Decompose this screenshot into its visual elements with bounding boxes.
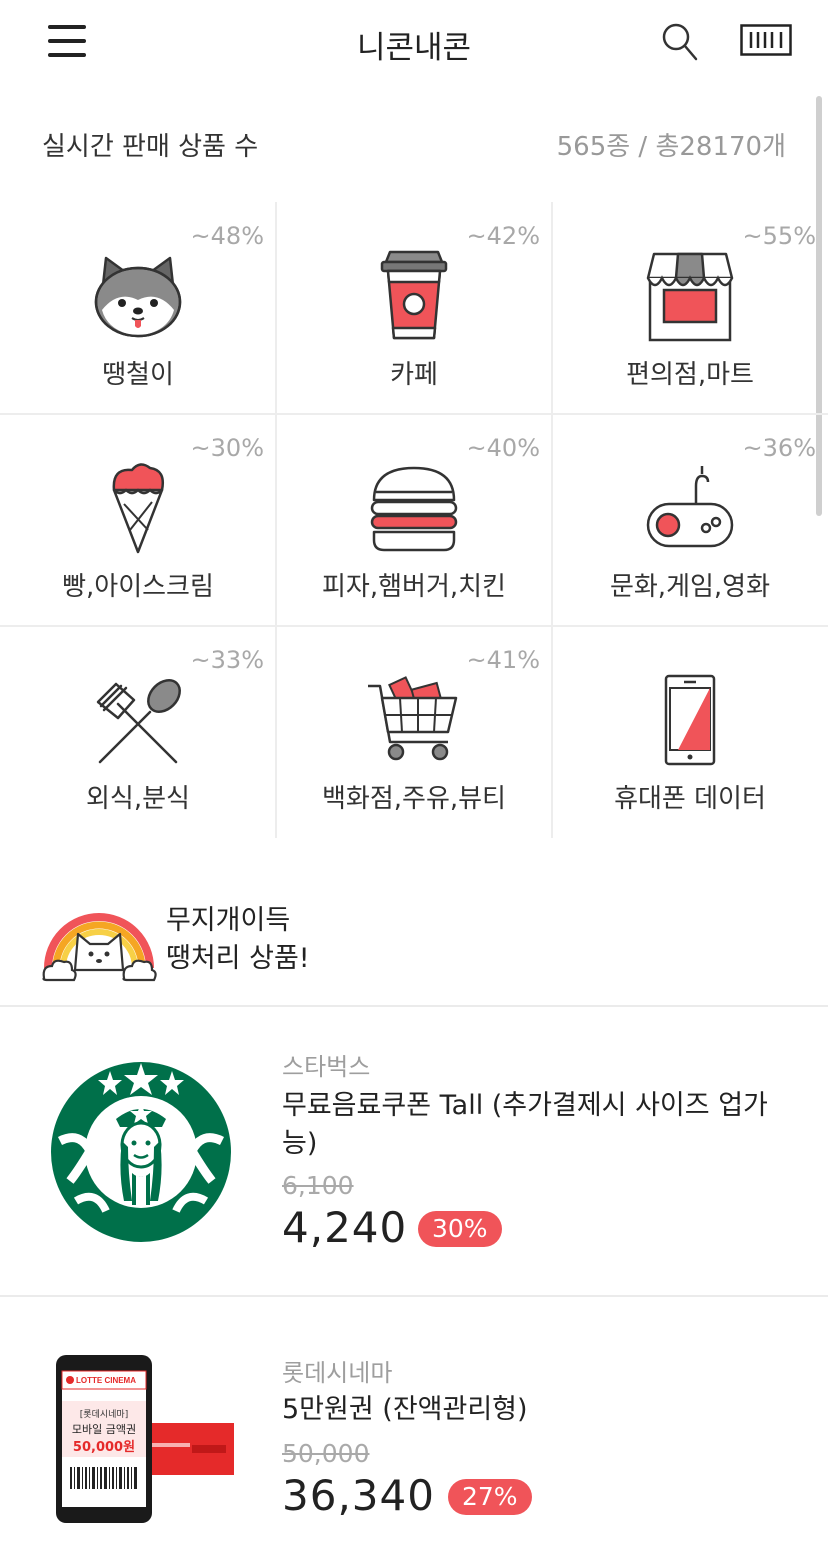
category-item-dining[interactable]: ~33% 외식,분식 — [0, 626, 276, 838]
category-label: 문화,게임,영화 — [609, 572, 771, 602]
category-item-pizza-burger[interactable]: ~40% 피자,햄버거,치킨 — [276, 414, 552, 626]
category-label: 외식,분식 — [86, 784, 190, 814]
discount-rate: ~41% — [466, 646, 540, 674]
store-icon — [640, 248, 740, 348]
discount-rate: ~30% — [190, 434, 264, 462]
game-controller-icon — [640, 460, 740, 560]
sale-price: 4,240 — [282, 1203, 408, 1252]
product-brand: 롯데시네마 — [282, 1359, 393, 1387]
coffee-cup-icon — [364, 248, 464, 348]
barcode-scan-icon[interactable] — [740, 24, 792, 56]
app-header: 니콘내콘 — [0, 0, 828, 84]
category-label: 빵,아이스크림 — [62, 572, 214, 602]
sales-stats: 실시간 판매 상품 수 565종 / 총28170개 — [0, 120, 828, 170]
starbucks-logo — [50, 1061, 232, 1243]
product-item-lotte-cinema[interactable]: LOTTE CINEMA [롯데시네마] 모바일 금액권 50,000원 롯데시… — [0, 1297, 828, 1554]
search-icon[interactable] — [660, 22, 700, 62]
rainbow-dog-icon — [40, 898, 158, 984]
category-item-department-store[interactable]: ~41% 백화점,주유,뷰티 — [276, 626, 552, 838]
smartphone-icon — [640, 672, 740, 772]
discount-badge: 27% — [448, 1479, 532, 1515]
ice-cream-icon — [88, 460, 188, 560]
category-item-culture-game-movie[interactable]: ~36% 문화,게임,영화 — [552, 414, 828, 626]
product-name: 5만원권 (잔액관리형) — [282, 1394, 528, 1425]
deal-title-line1: 무지개이득 — [166, 905, 291, 936]
category-label: 땡철이 — [102, 360, 174, 390]
product-name: 무료음료쿠폰 Tall (추가결제시 사이즈 업가능) — [282, 1090, 768, 1159]
category-item-convenience-store[interactable]: ~55% 편의점,마트 — [552, 202, 828, 414]
voucher-logo-text: LOTTE CINEMA — [76, 1376, 136, 1385]
shiba-dog-icon — [88, 248, 188, 348]
discount-rate: ~42% — [466, 222, 540, 250]
discount-rate: ~36% — [742, 434, 816, 462]
stats-value: 565종 / 총28170개 — [556, 132, 786, 162]
burger-icon — [364, 460, 464, 560]
category-item-phone-data[interactable]: 휴대폰 데이터 — [552, 626, 828, 838]
voucher-amount: 50,000원 — [73, 1440, 135, 1455]
sale-price: 36,340 — [282, 1471, 435, 1520]
shopping-cart-icon — [364, 672, 464, 772]
category-label: 휴대폰 데이터 — [614, 784, 766, 814]
category-label: 카페 — [390, 360, 438, 390]
deal-title-line2: 땡처리 상품! — [166, 943, 310, 974]
voucher-line2: 모바일 금액권 — [72, 1422, 136, 1436]
original-price: 50,000 — [282, 1439, 370, 1468]
discount-badge: 30% — [418, 1211, 502, 1247]
category-label: 백화점,주유,뷰티 — [322, 784, 506, 814]
discount-rate: ~40% — [466, 434, 540, 462]
category-item-cafe[interactable]: ~42% 카페 — [276, 202, 552, 414]
app-title: 니콘내콘 — [356, 30, 472, 66]
category-grid: ~48% 땡철이 ~42% 카페 ~55% 편의점,마트 ~30% 빵,아이스크… — [0, 202, 828, 838]
category-label: 피자,햄버거,치킨 — [322, 572, 506, 602]
original-price: 6,100 — [282, 1171, 354, 1200]
discount-rate: ~33% — [190, 646, 264, 674]
discount-rate: ~48% — [190, 222, 264, 250]
lotte-cinema-voucher-image: LOTTE CINEMA [롯데시네마] 모바일 금액권 50,000원 — [52, 1353, 236, 1525]
voucher-line1: [롯데시네마] — [80, 1409, 128, 1420]
category-label: 편의점,마트 — [626, 360, 754, 390]
product-item-starbucks[interactable]: 스타벅스 무료음료쿠폰 Tall (추가결제시 사이즈 업가능) 6,100 4… — [0, 1007, 828, 1295]
discount-rate: ~55% — [742, 222, 816, 250]
rainbow-deal-banner[interactable]: 무지개이득 땡처리 상품! — [0, 884, 828, 994]
product-brand: 스타벅스 — [282, 1053, 371, 1081]
category-item-bakery[interactable]: ~30% 빵,아이스크림 — [0, 414, 276, 626]
category-item-ddaengcheol[interactable]: ~48% 땡철이 — [0, 202, 276, 414]
fork-spoon-icon — [88, 672, 188, 772]
stats-label: 실시간 판매 상품 수 — [42, 132, 259, 162]
